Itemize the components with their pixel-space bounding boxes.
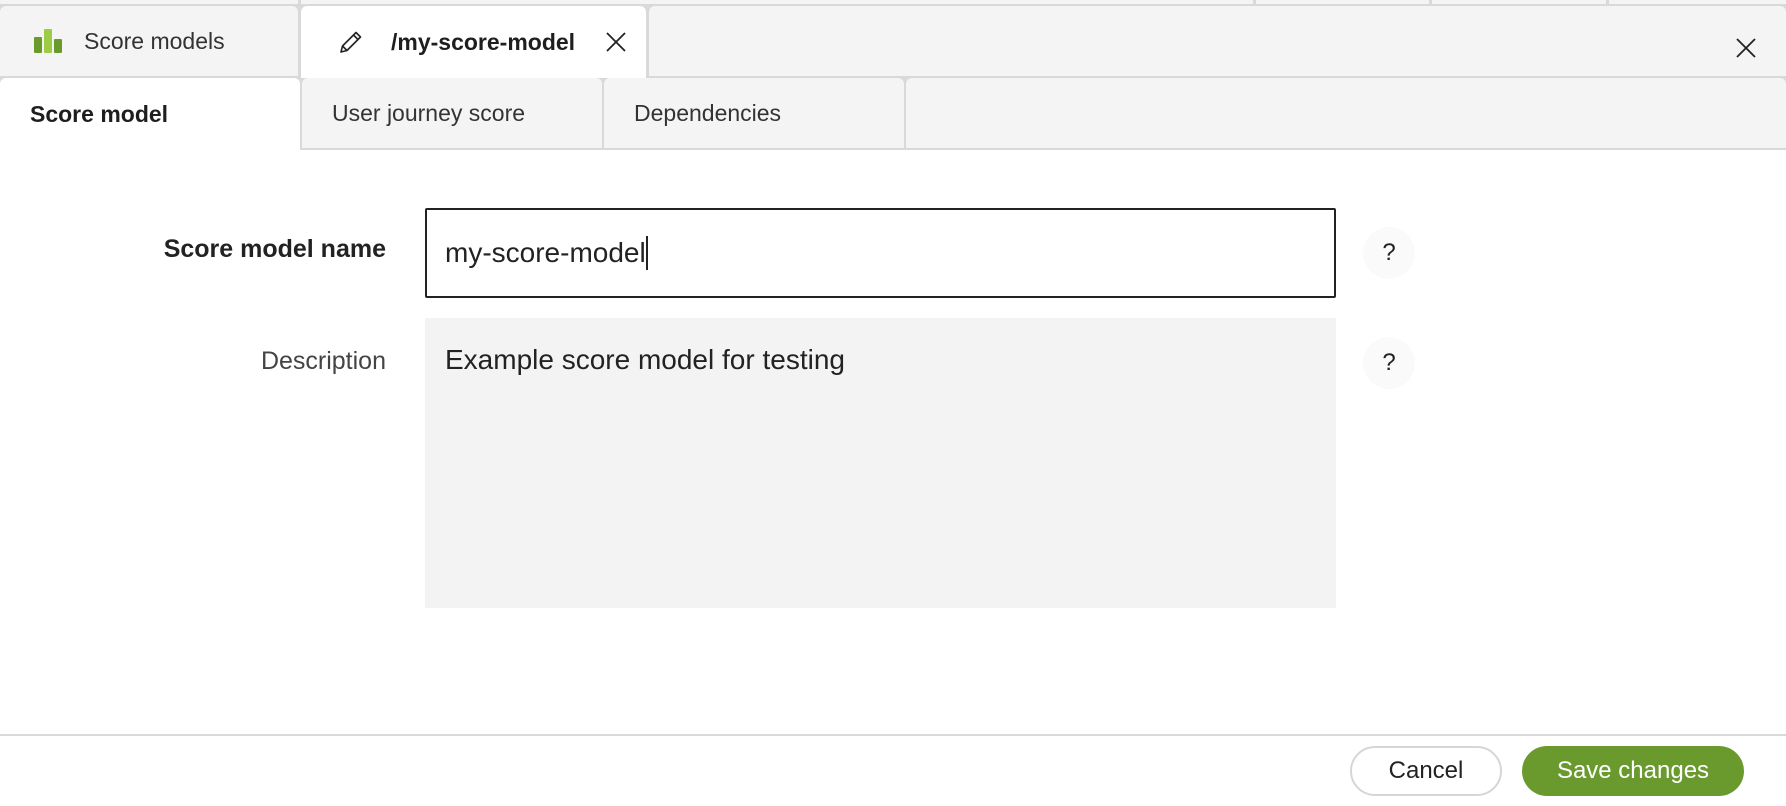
name-help-button[interactable]: ? <box>1363 227 1415 279</box>
footer-divider <box>0 734 1786 736</box>
score-model-name-input[interactable] <box>425 208 1336 298</box>
cancel-button[interactable]: Cancel <box>1350 746 1502 796</box>
tab-label: Score models <box>84 27 225 54</box>
close-icon <box>606 32 626 52</box>
text-caret <box>646 236 648 270</box>
description-textarea[interactable]: Example score model for testing <box>425 318 1336 608</box>
section-tab-bar: Score model User journey score Dependenc… <box>0 78 1786 150</box>
tab-my-score-model[interactable]: /my-score-model <box>301 6 646 78</box>
description-label: Description <box>260 347 386 375</box>
close-dialog-button[interactable] <box>1726 28 1766 68</box>
tab-bar-filler <box>906 78 1786 148</box>
tab-label: /my-score-model <box>391 28 576 55</box>
tab-user-journey-score[interactable]: User journey score <box>302 78 602 148</box>
tab-bar-filler <box>649 6 1786 76</box>
top-tab-bar: Score models /my-score-model <box>0 6 1786 78</box>
score-model-form: Score model name ? Description Example s… <box>0 150 1786 734</box>
bar-chart-icon <box>34 29 62 53</box>
tab-dependencies[interactable]: Dependencies <box>604 78 904 148</box>
score-model-name-label: Score model name <box>163 235 386 263</box>
close-icon <box>1736 38 1756 58</box>
tab-score-model[interactable]: Score model <box>0 78 300 150</box>
tab-score-models[interactable]: Score models <box>0 6 298 76</box>
pencil-icon <box>340 31 362 53</box>
close-tab-button[interactable] <box>596 22 636 62</box>
save-changes-button[interactable]: Save changes <box>1522 746 1744 796</box>
description-help-button[interactable]: ? <box>1363 337 1415 389</box>
